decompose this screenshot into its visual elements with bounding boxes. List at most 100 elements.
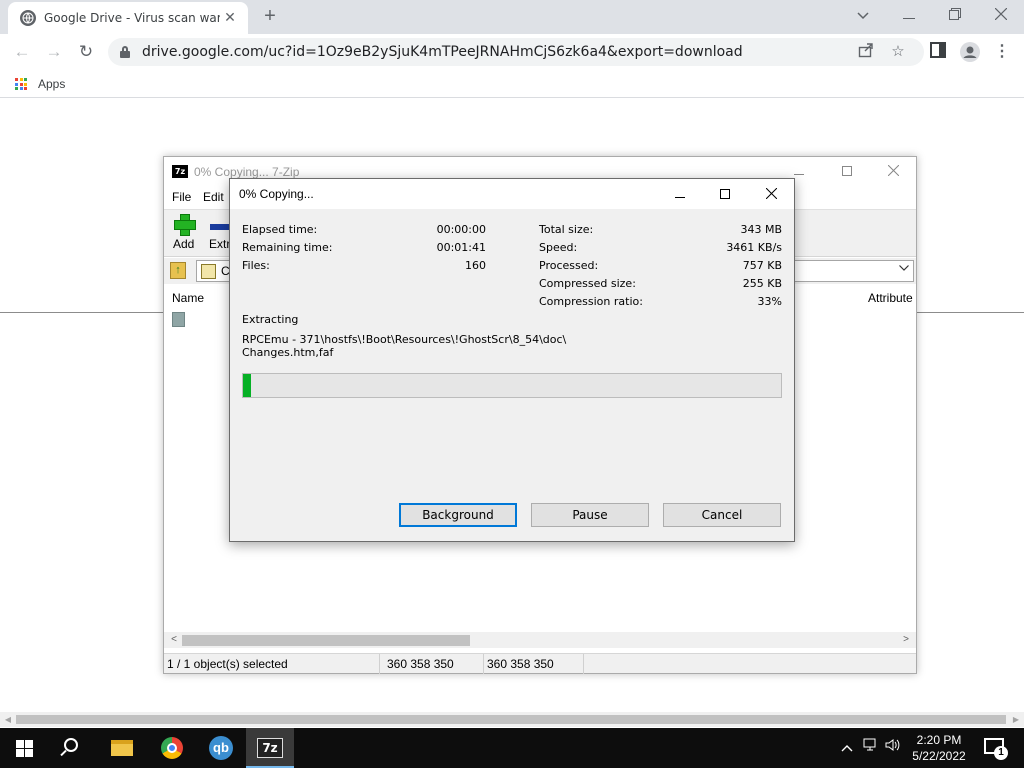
archive-icon [201,264,216,279]
system-clock[interactable]: 2:20 PM 5/22/2022 [904,732,974,764]
kebab-menu-icon[interactable]: ⋮ [992,42,1012,62]
speed-value: 3461 KB/s [726,241,782,254]
share-icon[interactable] [856,42,876,62]
elapsed-time-value: 00:00:00 [436,223,486,236]
background-button[interactable]: Background [399,503,517,527]
cancel-button[interactable]: Cancel [663,503,781,527]
notification-count-badge: 1 [994,746,1008,760]
current-file-path-line1: RPCEmu - 371\hostfs\!Boot\Resources\!Gho… [242,333,567,346]
sevenzip-taskbar-button[interactable]: 7z [246,728,294,768]
sevenzip-taskbar-icon: 7z [257,738,283,758]
volume-icon[interactable] [884,738,902,758]
chrome-taskbar-button[interactable] [148,728,196,768]
file-icon[interactable] [172,312,185,327]
folder-up-icon[interactable]: ↑ [170,262,186,279]
menu-file[interactable]: File [172,190,191,204]
dialog-close-button[interactable] [756,184,786,204]
add-button[interactable]: Add [173,214,196,251]
status-size: 360 358 350 [384,654,484,674]
menu-edit[interactable]: Edit [203,190,224,204]
progress-bar [242,373,782,398]
status-packed-size: 360 358 350 [484,654,584,674]
qbittorrent-icon: qb [209,736,233,760]
remaining-time-value: 00:01:41 [436,241,486,254]
column-header-attributes[interactable]: Attribute [868,291,913,305]
list-scroll-left-icon[interactable]: < [167,633,181,647]
lock-icon[interactable] [120,46,130,58]
search-icon [64,738,78,752]
browser-minimize-button[interactable] [891,4,927,26]
chrome-icon [161,737,183,759]
total-size-value: 343 MB [740,223,782,236]
processed-label: Processed: [539,259,599,272]
tab-title: Google Drive - Virus scan warnin [44,11,220,25]
start-button[interactable] [0,728,48,768]
side-panel-icon[interactable] [928,42,948,62]
browser-restore-button[interactable] [937,4,973,26]
copying-progress-dialog: 0% Copying... Elapsed time: 00:00:00 Rem… [229,178,795,542]
remaining-time-label: Remaining time: [242,241,333,254]
dialog-maximize-button[interactable] [710,184,740,204]
back-arrow-icon[interactable]: ← [9,40,35,64]
network-icon[interactable] [862,738,880,758]
folder-icon [111,740,133,756]
sevenzip-title: 0% Copying... 7-Zip [194,165,300,179]
browser-toolbar: ← → ↻ drive.google.com/uc?id=1Oz9eB2ySju… [0,34,1024,70]
compressed-size-label: Compressed size: [539,277,636,290]
apps-bookmark[interactable]: Apps [38,77,65,91]
extract-button[interactable]: Extr [209,214,230,251]
pause-button[interactable]: Pause [531,503,649,527]
scroll-left-arrow-icon[interactable]: ◀ [3,714,13,725]
compressed-size-value: 255 KB [742,277,782,290]
reload-icon[interactable]: ↻ [73,40,99,64]
status-selection: 1 / 1 object(s) selected [164,654,380,674]
path-dropdown-icon[interactable] [899,263,909,274]
extract-label: Extr [209,237,231,251]
dialog-titlebar[interactable]: 0% Copying... [230,179,794,209]
list-scroll-right-icon[interactable]: > [899,633,913,647]
sevenzip-maximize-button[interactable] [832,163,862,181]
current-file-path: RPCEmu - 371\hostfs\!Boot\Resources\!Gho… [242,333,762,359]
page-horizontal-scrollbar[interactable]: ◀ ▶ [0,712,1024,727]
list-scroll-thumb[interactable] [182,635,470,646]
apps-grid-icon[interactable] [15,78,27,90]
column-header-name[interactable]: Name [172,291,204,305]
progress-bar-fill [243,374,251,397]
browser-tab[interactable]: Google Drive - Virus scan warnin ✕ [8,2,248,34]
qbittorrent-taskbar-button[interactable]: qb [197,728,245,768]
extract-minus-icon [209,224,230,230]
add-label: Add [173,237,195,251]
tray-overflow-chevron-icon[interactable] [838,738,856,758]
add-plus-icon [173,214,196,236]
processed-value: 757 KB [742,259,782,272]
bookmarks-bar: Apps [0,70,1024,98]
compression-ratio-label: Compression ratio: [539,295,643,308]
scrollbar-thumb[interactable] [16,715,1006,724]
clock-date: 5/22/2022 [912,749,966,763]
file-list-horizontal-scrollbar[interactable]: < > [164,632,916,648]
bookmark-star-icon[interactable]: ☆ [888,42,908,62]
address-bar[interactable]: drive.google.com/uc?id=1Oz9eB2ySjuK4mTPe… [108,38,924,66]
sevenzip-close-button[interactable] [878,163,908,181]
clock-time: 2:20 PM [916,733,962,747]
elapsed-time-label: Elapsed time: [242,223,318,236]
total-size-label: Total size: [539,223,594,236]
search-button[interactable] [48,728,96,768]
new-tab-button[interactable]: + [258,5,282,29]
globe-icon [20,10,36,26]
profile-avatar-icon[interactable] [960,42,980,62]
sevenzip-logo-icon: 7z [172,165,188,178]
current-file-path-line2: Changes.htm,faf [242,346,334,359]
forward-arrow-icon[interactable]: → [41,40,67,64]
speed-label: Speed: [539,241,578,254]
dialog-minimize-button[interactable] [665,184,695,204]
windows-logo-icon [16,740,33,757]
tab-close-icon[interactable]: ✕ [222,9,238,25]
browser-close-button[interactable] [983,4,1019,26]
sevenzip-statusbar: 1 / 1 object(s) selected 360 358 350 360… [164,653,916,674]
scroll-right-arrow-icon[interactable]: ▶ [1011,714,1021,725]
tab-search-chevron-icon[interactable] [845,4,881,26]
file-explorer-taskbar-button[interactable] [98,728,146,768]
dialog-title: 0% Copying... [239,187,314,201]
files-value: 160 [465,259,486,272]
